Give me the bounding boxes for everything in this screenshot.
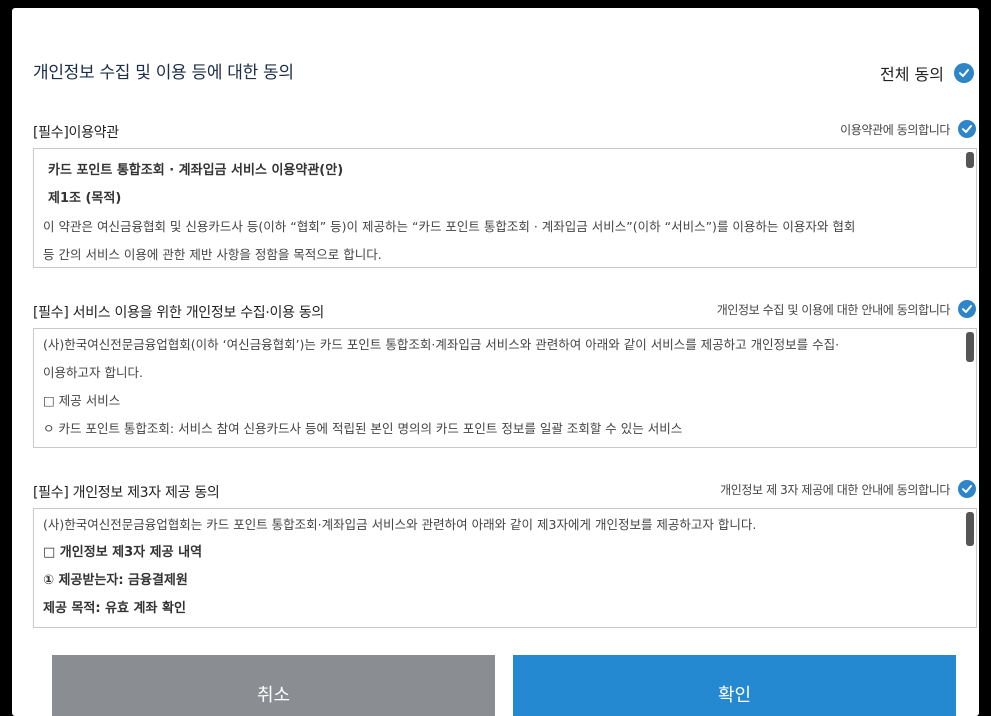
scrollbar-thumb[interactable]	[966, 332, 974, 362]
text-line: ① 제공받는자: 금융결제원	[43, 573, 188, 588]
section-header: [필수] 서비스 이용을 위한 개인정보 수집·이용 동의 개인정보 수집 및 …	[33, 300, 976, 322]
terms-agree-label: 이용약관에 동의합니다	[840, 122, 950, 137]
third-party-agree-label: 개인정보 제 3자 제공에 대한 안내에 동의합니다	[720, 482, 950, 497]
text-line: 제공 목적: 유효 계좌 확인	[43, 601, 186, 616]
consent-dialog: 개인정보 수집 및 이용 등에 대한 동의 전체 동의 [필수]이용약관 이용약…	[12, 8, 979, 716]
text-line: 제1조 (목적)	[48, 191, 122, 206]
cancel-button[interactable]: 취소	[52, 655, 495, 716]
text-line: 등 간의 서비스 이용에 관한 제반 사항을 정함을 목적으로 합니다.	[43, 247, 382, 262]
section-terms: [필수]이용약관 이용약관에 동의합니다 카드 포인트 통합조회 · 계좌입금 …	[33, 120, 977, 268]
section-title: [필수] 개인정보 제3자 제공 동의	[33, 485, 220, 501]
collection-agree-label: 개인정보 수집 및 이용에 대한 안내에 동의합니다	[716, 302, 951, 317]
text-line: ㅇ 카드 포인트 통합조회: 서비스 참여 신용카드사 등에 적립된 본인 명의…	[43, 421, 683, 436]
third-party-agree-control[interactable]: 개인정보 제 3자 제공에 대한 안내에 동의합니다	[720, 480, 976, 498]
text-line: 이 약관은 여신금융협회 및 신용카드사 등(이하 “협회” 등)이 제공하는 …	[43, 219, 856, 234]
text-line: 이용하고자 합니다.	[43, 365, 143, 380]
check-icon[interactable]	[958, 120, 976, 138]
third-party-text-box[interactable]: (사)한국여신전문금융업협회는 카드 포인트 통합조회·계좌입금 서비스와 관련…	[33, 508, 977, 628]
dialog-title: 개인정보 수집 및 이용 등에 대한 동의	[33, 63, 294, 83]
section-header: [필수]이용약관 이용약관에 동의합니다	[33, 120, 976, 142]
terms-text-box[interactable]: 카드 포인트 통합조회 · 계좌입금 서비스 이용약관(안) 제1조 (목적) …	[33, 148, 977, 268]
all-agree-control[interactable]: 전체 동의	[880, 61, 974, 85]
text-line: (사)한국여신전문금융업협회(이하 ‘여신금융협회’)는 카드 포인트 통합조회…	[43, 337, 840, 352]
check-icon[interactable]	[958, 480, 976, 498]
collection-agree-control[interactable]: 개인정보 수집 및 이용에 대한 안내에 동의합니다	[717, 300, 976, 318]
confirm-button[interactable]: 확인	[513, 655, 956, 716]
terms-agree-control[interactable]: 이용약관에 동의합니다	[840, 120, 976, 138]
scrollbar-thumb[interactable]	[966, 512, 974, 546]
section-privacy-collection: [필수] 서비스 이용을 위한 개인정보 수집·이용 동의 개인정보 수집 및 …	[33, 300, 977, 448]
text-line: □ 제공 서비스	[43, 393, 121, 408]
text-line: (사)한국여신전문금융업협회는 카드 포인트 통합조회·계좌입금 서비스와 관련…	[43, 517, 757, 532]
section-title: [필수] 서비스 이용을 위한 개인정보 수집·이용 동의	[33, 305, 324, 321]
text-line: □ 개인정보 제3자 제공 내역	[43, 545, 203, 560]
scrollbar-thumb[interactable]	[966, 152, 974, 168]
section-third-party: [필수] 개인정보 제3자 제공 동의 개인정보 제 3자 제공에 대한 안내에…	[33, 480, 977, 628]
check-icon[interactable]	[954, 63, 974, 83]
text-line: 카드 포인트 통합조회 · 계좌입금 서비스 이용약관(안)	[48, 163, 344, 178]
section-title: [필수]이용약관	[33, 125, 119, 141]
collection-text-box[interactable]: (사)한국여신전문금융업협회(이하 ‘여신금융협회’)는 카드 포인트 통합조회…	[33, 328, 977, 448]
section-header: [필수] 개인정보 제3자 제공 동의 개인정보 제 3자 제공에 대한 안내에…	[33, 480, 976, 502]
all-agree-label: 전체 동의	[880, 65, 944, 84]
check-icon[interactable]	[958, 300, 976, 318]
